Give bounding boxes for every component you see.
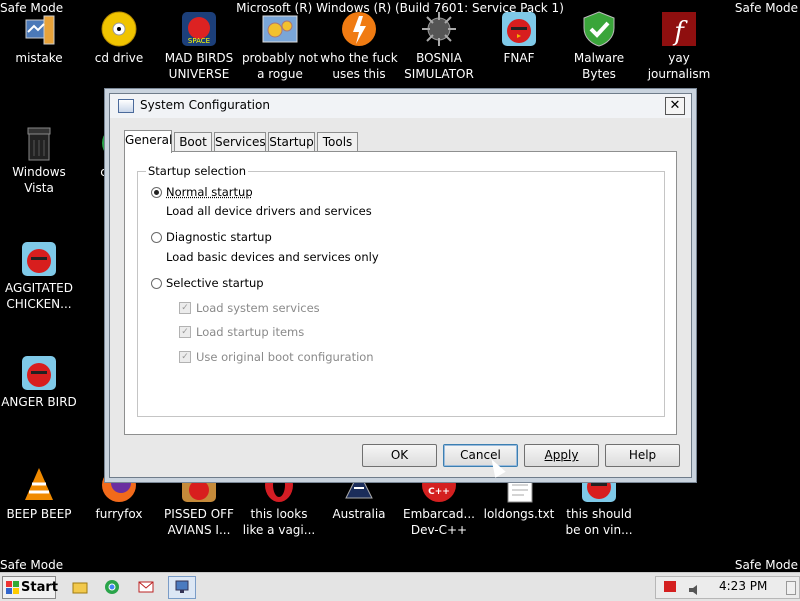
show-desktop-button[interactable] (786, 581, 796, 595)
taskbar: Start 4:23 PM (0, 572, 800, 601)
load-startup-items-label: Load startup items (196, 325, 305, 339)
cancel-button[interactable]: Cancel (443, 444, 518, 467)
apply-button[interactable]: Apply (524, 444, 599, 467)
flag-icon[interactable] (664, 581, 676, 592)
dialog-title-bar[interactable]: System Configuration ✕ (110, 94, 691, 118)
tab-startup[interactable]: Startup (268, 132, 315, 152)
cd-drive-icon (100, 10, 138, 48)
computer-icon (20, 10, 58, 48)
start-button[interactable]: Start (2, 576, 58, 599)
settings-gears-icon (261, 10, 299, 48)
use-original-boot-config-label: Use original boot configuration (196, 350, 374, 364)
desktop-icon-beep-beep[interactable]: BEEP BEEP (0, 466, 78, 522)
startup-selection-label: Startup selection (146, 164, 249, 178)
ok-button[interactable]: OK (362, 444, 437, 467)
system-configuration-dialog: System Configuration ✕ General Boot Serv… (109, 93, 692, 478)
desktop-icon-mad-birds[interactable]: SPACE MAD BIRDS UNIVERSE (160, 10, 238, 82)
clock[interactable]: 4:23 PM (719, 579, 767, 593)
monitor-icon (175, 580, 189, 593)
angry-birds-space-icon: SPACE (180, 10, 218, 48)
desktop-icon-bosnia-simulator[interactable]: BOSNIA SIMULATOR (400, 10, 478, 82)
spiked-ball-icon (420, 10, 458, 48)
desktop-icon-yay-journalism[interactable]: f yay journalism (640, 10, 718, 82)
vlc-icon (20, 466, 58, 504)
avast-icon (340, 10, 378, 48)
normal-startup-radio[interactable] (151, 187, 162, 198)
diagnostic-startup-label[interactable]: Diagnostic startup (166, 230, 272, 244)
selective-startup-radio[interactable] (151, 278, 162, 289)
desktop-icon-cd-drive[interactable]: cd drive (80, 10, 158, 66)
trash-bin-icon (20, 124, 58, 162)
desktop-icon-fnaf[interactable]: FNAF (480, 10, 558, 66)
diagnostic-startup-radio[interactable] (151, 232, 162, 243)
startup-selection-group: Startup selection Normal startup Load al… (137, 164, 665, 417)
desktop-icon-probably-not-a-rogue[interactable]: probably not a rogue (241, 10, 319, 82)
diagnostic-startup-desc: Load basic devices and services only (166, 250, 379, 264)
windows-logo-icon (6, 581, 19, 594)
desktop-icon-windows-vista[interactable]: Windows Vista (0, 124, 78, 196)
shield-check-icon (580, 10, 618, 48)
safe-mode-label-bottom-right: Safe Mode (734, 558, 798, 572)
safe-mode-label-bottom-left: Safe Mode (0, 558, 64, 572)
angry-bird-icon (500, 10, 538, 48)
desktop-icon-malware-bytes[interactable]: Malware Bytes (560, 10, 638, 82)
desktop-icon-aggitated-chicken[interactable]: AGGITATED CHICKEN... (0, 240, 78, 312)
load-system-services-checkbox[interactable]: ✓ (179, 302, 191, 314)
close-button[interactable]: ✕ (665, 97, 685, 115)
svg-text:C++: C++ (428, 487, 450, 497)
angry-bird-icon (20, 354, 58, 392)
tab-tools[interactable]: Tools (317, 132, 358, 152)
chrome-icon[interactable] (104, 579, 120, 595)
desktop-icon-mistake[interactable]: mistake (0, 10, 78, 66)
taskbar-msconfig-button[interactable] (168, 576, 196, 599)
help-button[interactable]: Help (605, 444, 680, 467)
folder-icon[interactable] (72, 579, 88, 595)
use-original-boot-config-checkbox[interactable]: ✓ (179, 351, 191, 363)
normal-startup-label[interactable]: Normal startup (166, 185, 253, 199)
desktop-icon-who-uses-this[interactable]: who the fuck uses this (320, 10, 398, 82)
normal-startup-desc: Load all device drivers and services (166, 204, 372, 218)
tab-boot[interactable]: Boot (174, 132, 212, 152)
speaker-icon[interactable] (688, 581, 702, 595)
general-tab-panel: Startup selection Normal startup Load al… (124, 151, 677, 435)
msconfig-icon (118, 99, 134, 113)
dialog-title: System Configuration (140, 98, 270, 112)
close-icon: ✕ (669, 98, 681, 113)
mail-icon[interactable] (138, 579, 154, 595)
desktop-icon-anger-bird[interactable]: ANGER BIRD (0, 354, 78, 410)
load-system-services-label: Load system services (196, 301, 320, 315)
tab-general[interactable]: General (124, 130, 172, 153)
tab-services[interactable]: Services (214, 132, 266, 152)
svg-text:SPACE: SPACE (188, 37, 210, 45)
angry-bird-icon (20, 240, 58, 278)
flash-icon: f (660, 10, 698, 48)
load-startup-items-checkbox[interactable]: ✓ (179, 326, 191, 338)
selective-startup-label[interactable]: Selective startup (166, 276, 264, 290)
